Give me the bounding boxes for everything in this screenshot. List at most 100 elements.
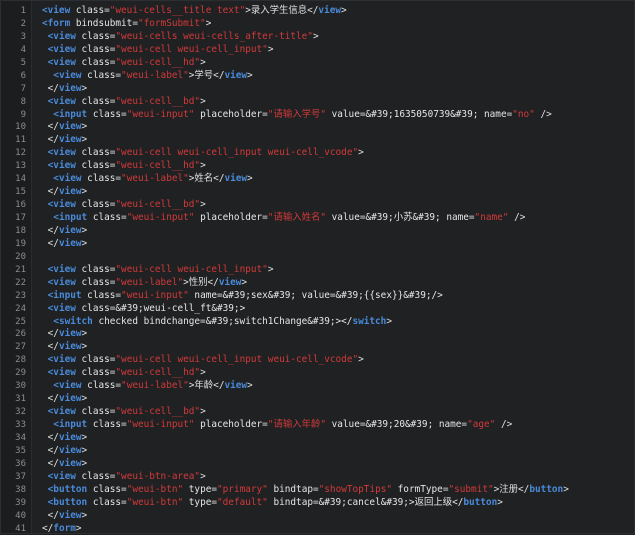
- code-line[interactable]: 27 </view>: [1, 341, 634, 354]
- line-text: </view>: [42, 238, 87, 251]
- code-token: >: [82, 238, 88, 249]
- code-area[interactable]: 1<view class="weui-cells__title text">录入…: [1, 5, 634, 535]
- code-token: </: [42, 523, 53, 534]
- code-token: </: [42, 238, 59, 249]
- code-token: type=: [183, 484, 217, 495]
- code-line[interactable]: 40 </view>: [1, 510, 634, 523]
- code-editor[interactable]: 1<view class="weui-cells__title text">录入…: [0, 0, 635, 534]
- code-token: >: [200, 199, 206, 210]
- code-token: class=: [76, 406, 116, 417]
- code-token: view: [59, 341, 82, 352]
- code-token: class=: [87, 212, 127, 223]
- code-line[interactable]: 31 </view>: [1, 393, 634, 406]
- code-line[interactable]: 17 <input class="weui-input" placeholder…: [1, 212, 634, 225]
- line-number: 1: [1, 5, 26, 18]
- code-line[interactable]: 34 </view>: [1, 432, 634, 445]
- code-token: </: [42, 225, 59, 236]
- code-token: class=&#39;weui-cell_ft&#39;>: [76, 303, 245, 314]
- code-token: />: [535, 109, 552, 120]
- code-line[interactable]: 11 </view>: [1, 134, 634, 147]
- code-line[interactable]: 21 <view class="weui-cell weui-cell_inpu…: [1, 264, 634, 277]
- code-line[interactable]: 14 <view class="weui-label">姓名</view>: [1, 173, 634, 186]
- code-token: switch: [352, 316, 386, 327]
- code-token: "weui-cell__hd": [115, 57, 200, 68]
- code-line[interactable]: 36 </view>: [1, 458, 634, 471]
- code-line[interactable]: 15 </view>: [1, 186, 634, 199]
- code-token: bindtap=: [268, 484, 319, 495]
- code-token: >: [82, 458, 88, 469]
- code-token: >: [82, 328, 88, 339]
- code-token: </: [42, 83, 59, 94]
- code-line[interactable]: 8 <view class="weui-cell__bd">: [1, 96, 634, 109]
- code-token: "请输入姓名": [268, 212, 326, 223]
- code-line[interactable]: 26 </view>: [1, 328, 634, 341]
- code-token: form: [53, 523, 76, 534]
- line-number: 9: [1, 109, 26, 122]
- line-text: </form>: [42, 523, 82, 535]
- code-token: <view: [48, 160, 76, 171]
- code-token: "weui-cells__title text": [110, 5, 245, 16]
- code-line[interactable]: 2<form bindsubmit="formSubmit">: [1, 18, 634, 31]
- code-line[interactable]: 18 </view>: [1, 225, 634, 238]
- code-line[interactable]: 29 <view class="weui-cell__hd">: [1, 367, 634, 380]
- code-token: formType=: [392, 484, 448, 495]
- code-token: "weui-cell weui-cell_input": [115, 44, 267, 55]
- line-number: 37: [1, 471, 26, 484]
- code-line[interactable]: 22 <view class="weui-label">性别</view>: [1, 277, 634, 290]
- line-number: 29: [1, 367, 26, 380]
- code-line[interactable]: 25 <switch checked bindchange=&#39;switc…: [1, 316, 634, 329]
- code-token: "weui-btn": [127, 484, 183, 495]
- code-token: <view: [48, 367, 76, 378]
- code-line[interactable]: 13 <view class="weui-cell__hd">: [1, 160, 634, 173]
- line-text: </view>: [42, 393, 87, 406]
- line-number: 8: [1, 96, 26, 109]
- code-line[interactable]: 1<view class="weui-cells__title text">录入…: [1, 5, 634, 18]
- code-line[interactable]: 32 <view class="weui-cell__bd">: [1, 406, 634, 419]
- line-number: 31: [1, 393, 26, 406]
- code-token: >: [82, 121, 88, 132]
- code-line[interactable]: 39 <button class="weui-btn" type="defaul…: [1, 497, 634, 510]
- code-line[interactable]: 38 <button class="weui-btn" type="primar…: [1, 484, 634, 497]
- code-line[interactable]: 10 </view>: [1, 121, 634, 134]
- code-line[interactable]: 12 <view class="weui-cell weui-cell_inpu…: [1, 147, 634, 160]
- code-token: view: [59, 134, 82, 145]
- code-line[interactable]: 4 <view class="weui-cell weui-cell_input…: [1, 44, 634, 57]
- code-line[interactable]: 23 <input class="weui-input" name=&#39;s…: [1, 290, 634, 303]
- code-token: [42, 109, 53, 120]
- code-line[interactable]: 9 <input class="weui-input" placeholder=…: [1, 109, 634, 122]
- line-number: 25: [1, 316, 26, 329]
- code-token: <button: [48, 497, 88, 508]
- line-number: 4: [1, 44, 26, 57]
- code-token: placeholder=: [194, 419, 267, 430]
- code-line[interactable]: 30 <view class="weui-label">年龄</view>: [1, 380, 634, 393]
- code-token: view: [219, 277, 242, 288]
- code-token: "weui-cell weui-cell_input weui-cell_vco…: [115, 354, 358, 365]
- code-line[interactable]: 24 <view class=&#39;weui-cell_ft&#39;>: [1, 303, 634, 316]
- code-token: >: [563, 484, 569, 495]
- code-line[interactable]: 6 <view class="weui-label">学号</view>: [1, 70, 634, 83]
- line-number: 17: [1, 212, 26, 225]
- line-text: <switch checked bindchange=&#39;switch1C…: [42, 316, 392, 329]
- code-token: class=: [82, 380, 122, 391]
- code-token: "formSubmit": [138, 18, 206, 29]
- code-token: placeholder=: [194, 212, 267, 223]
- code-token: class=: [76, 277, 116, 288]
- code-line[interactable]: 20: [1, 251, 634, 264]
- line-number: 21: [1, 264, 26, 277]
- code-line[interactable]: 35 </view>: [1, 445, 634, 458]
- code-token: view: [224, 380, 247, 391]
- code-line[interactable]: 5 <view class="weui-cell__hd">: [1, 57, 634, 70]
- code-line[interactable]: 37 <view class="weui-btn-area">: [1, 471, 634, 484]
- code-line[interactable]: 41</form>: [1, 523, 634, 535]
- code-token: [42, 70, 53, 81]
- code-line[interactable]: 3 <view class="weui-cells weui-cells_aft…: [1, 31, 634, 44]
- code-line[interactable]: 28 <view class="weui-cell weui-cell_inpu…: [1, 354, 634, 367]
- code-token: <view: [53, 70, 81, 81]
- code-line[interactable]: 16 <view class="weui-cell__bd">: [1, 199, 634, 212]
- code-line[interactable]: 19 </view>: [1, 238, 634, 251]
- line-number: 39: [1, 497, 26, 510]
- code-line[interactable]: 7 </view>: [1, 83, 634, 96]
- code-token: class=: [70, 5, 110, 16]
- code-token: >性别</: [183, 277, 219, 288]
- code-line[interactable]: 33 <input class="weui-input" placeholder…: [1, 419, 634, 432]
